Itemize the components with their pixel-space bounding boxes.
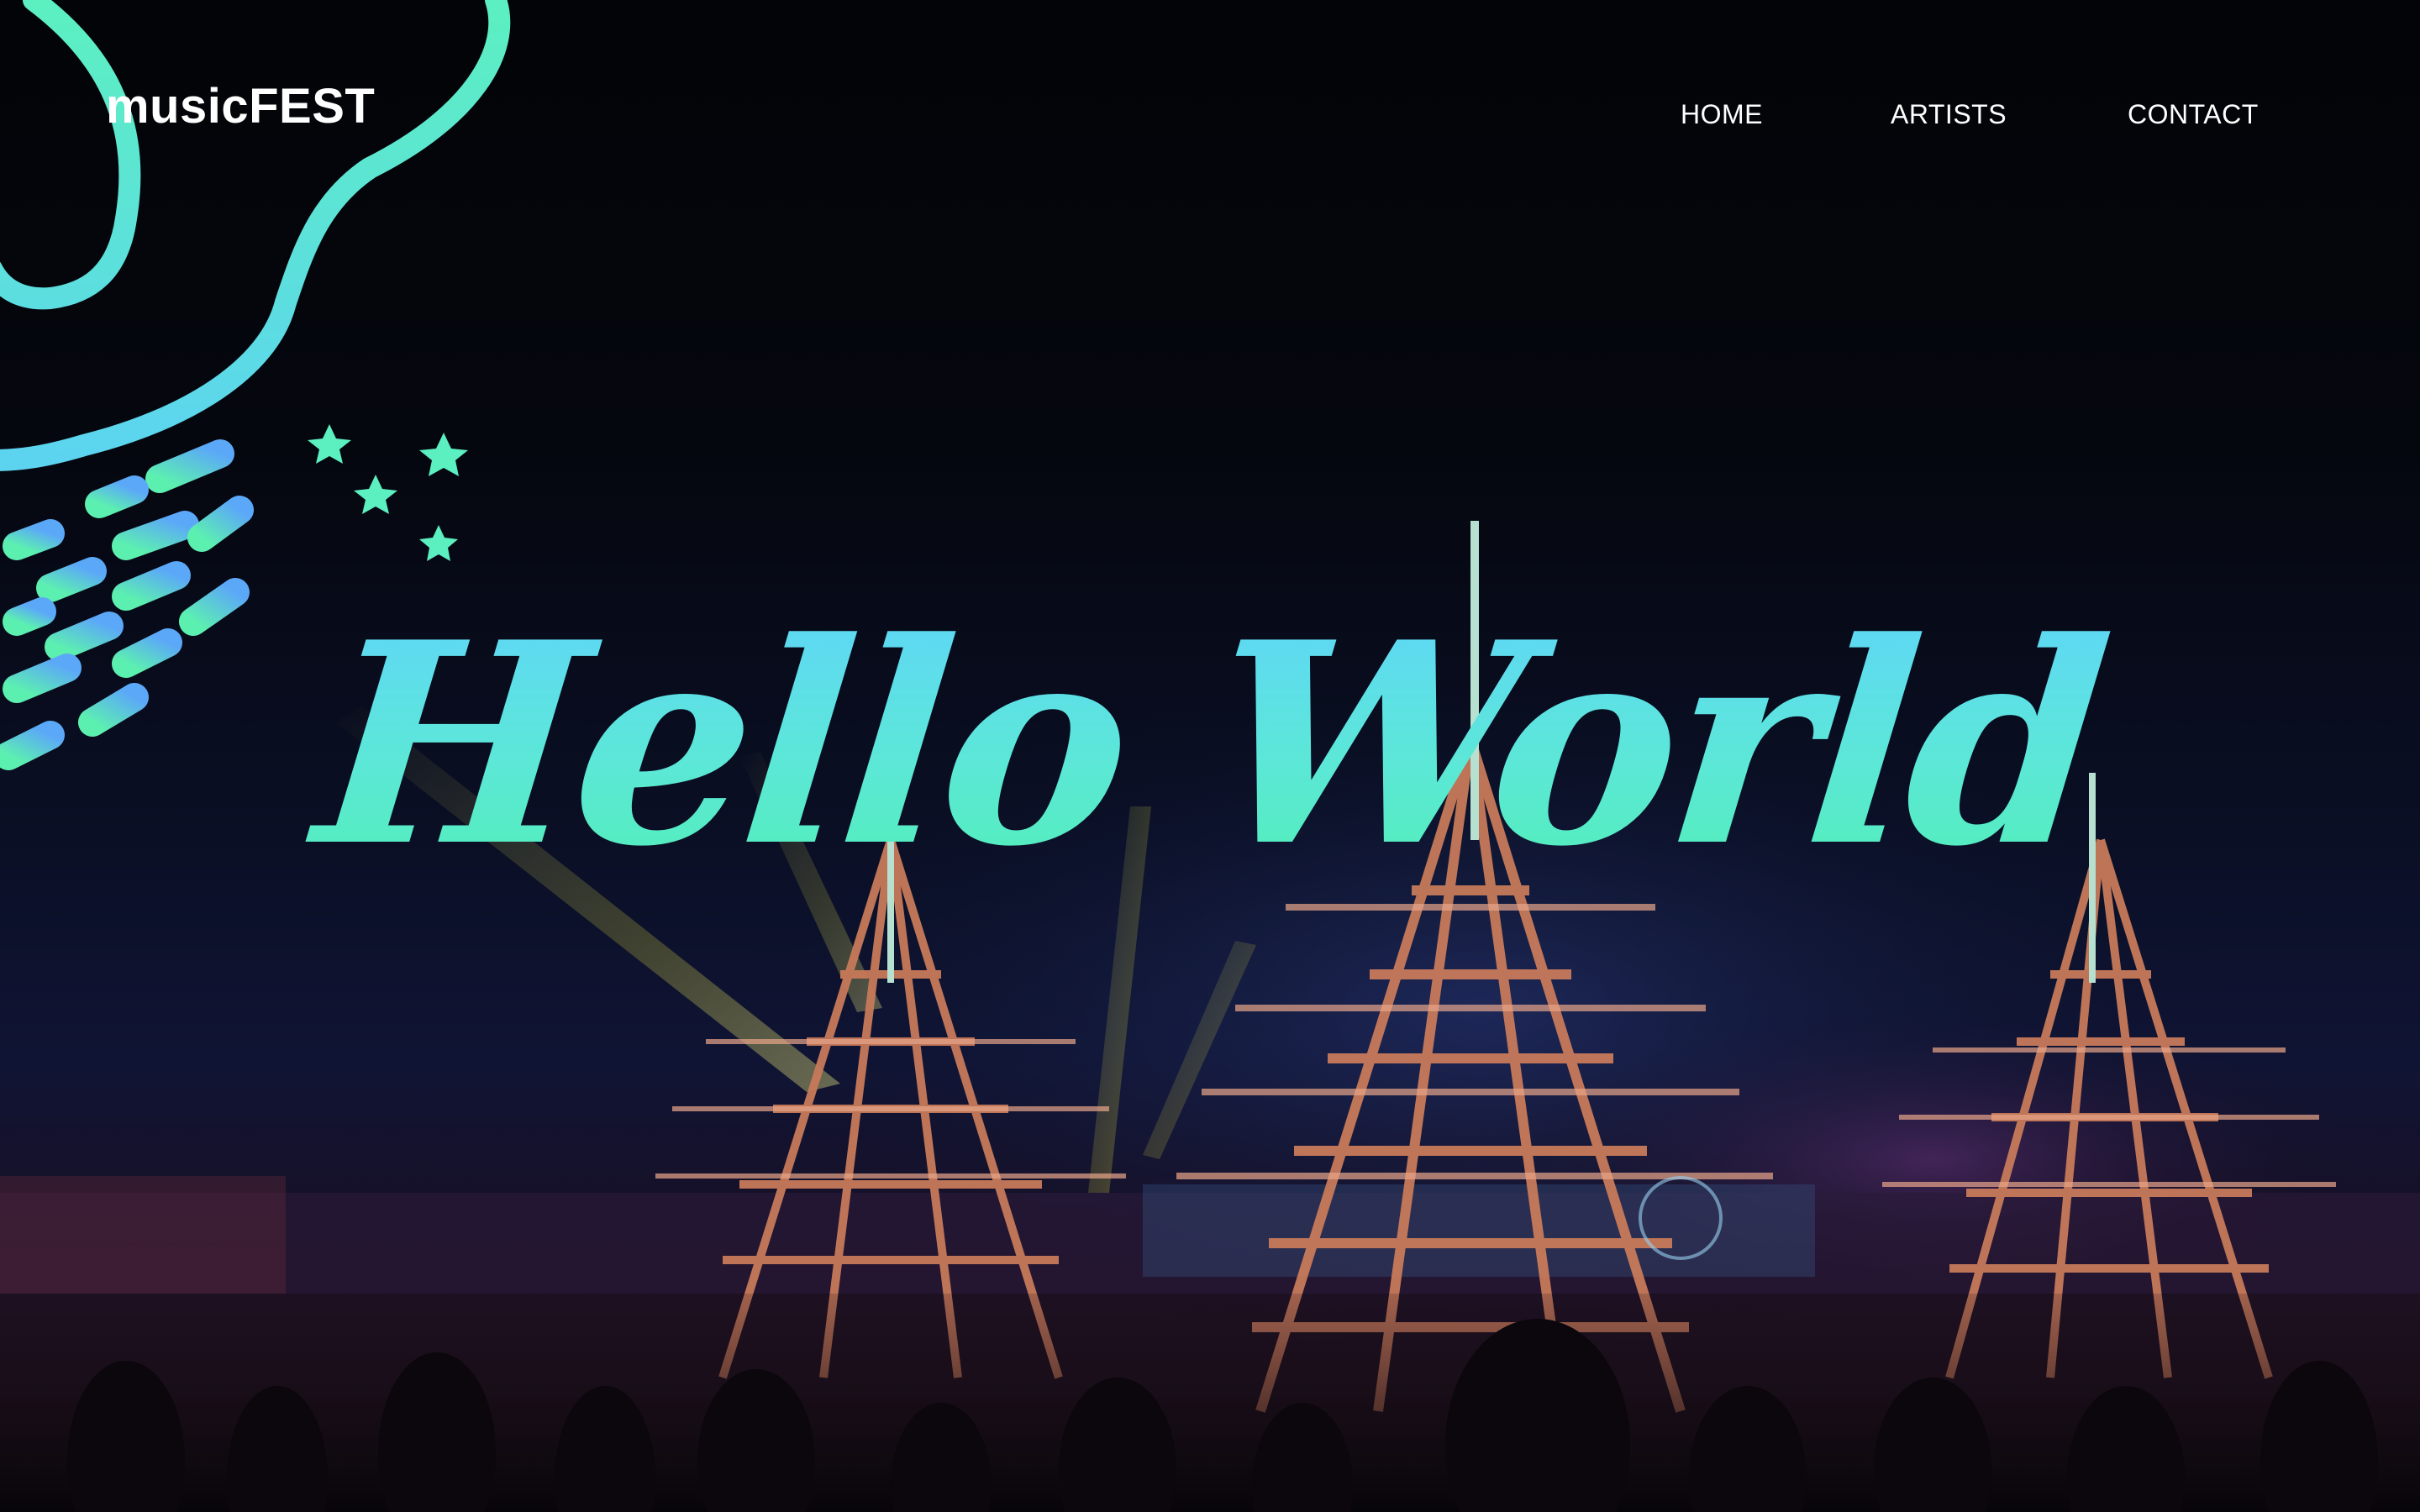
nav-item-artists[interactable]: ARTISTS [1891,101,2007,128]
main-nav: HOME ARTISTS CONTACT [0,101,2420,151]
star-icon [308,424,468,561]
nav-item-contact[interactable]: CONTACT [2128,101,2259,128]
nav-item-home[interactable]: HOME [1681,101,1763,128]
landing-page: musicFEST HOME ARTISTS CONTACT Hello Wor… [0,0,2420,1512]
hero-title: Hello World [0,581,2420,907]
site-header: musicFEST HOME ARTISTS CONTACT [0,0,2420,235]
